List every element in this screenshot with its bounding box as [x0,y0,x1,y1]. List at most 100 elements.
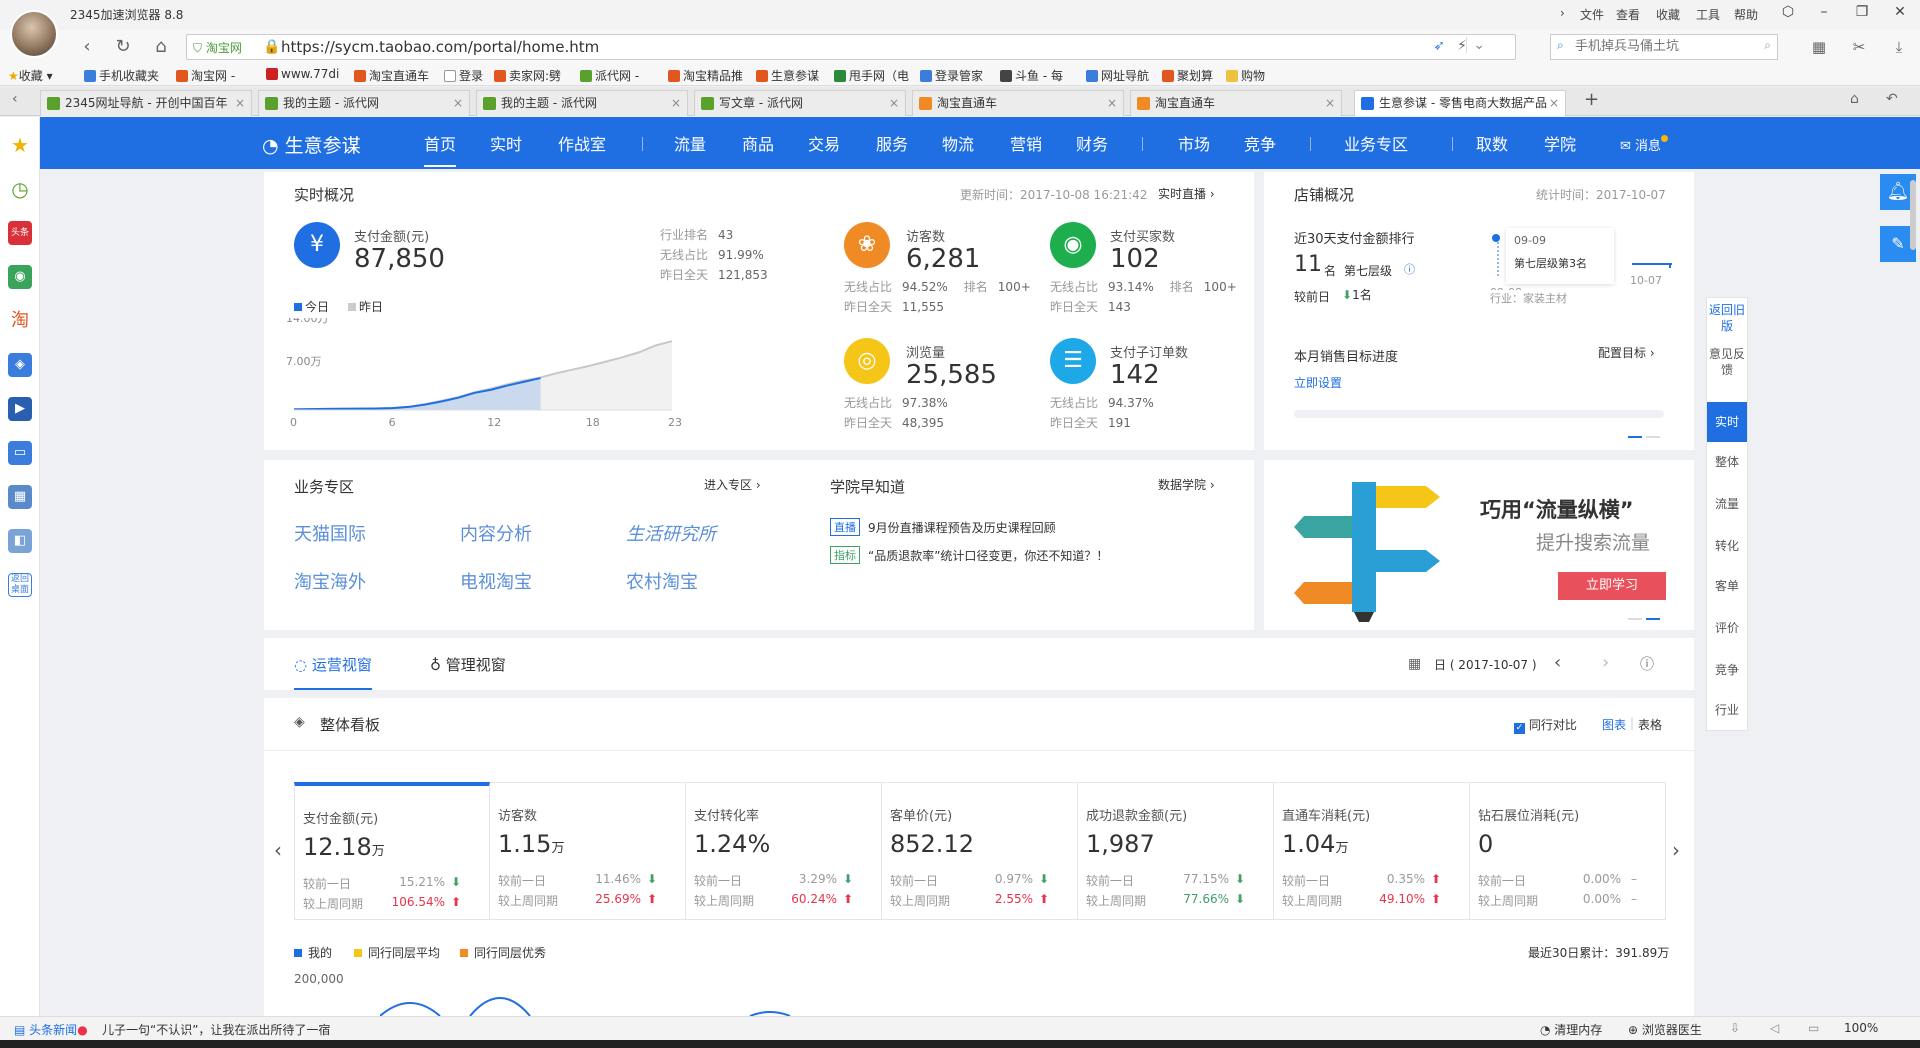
rail-feedback[interactable]: 意见反馈 [1707,346,1747,378]
sycm-logo[interactable]: ◔ 生意参谋 [262,131,361,158]
scissors-icon[interactable]: ✂ [1848,36,1870,58]
carousel-dot-active[interactable] [1646,618,1660,620]
zone-rural-taobao[interactable]: 农村淘宝 [626,568,698,594]
carousel-dot-active[interactable] [1628,436,1642,438]
bookmark-item[interactable]: 网址导航 [1086,67,1149,84]
news-feed-label[interactable]: ▤ 头条新闻● [14,1021,88,1038]
nav-business-zone[interactable]: 业务专区 [1344,131,1408,155]
metric-card[interactable]: 支付转化率 1.24% 较前一日 3.29% ⬇ 较上周同期 60.24% ⬆ [686,782,882,920]
refresh-icon[interactable]: ↻ [112,36,134,58]
carousel-dot[interactable] [1646,436,1660,438]
rail-old-version[interactable]: 返回旧版 [1707,302,1747,334]
tab-ztc-2[interactable]: 淘宝直通车 × [1130,90,1342,116]
metric-card[interactable]: 客单价(元) 852.12 较前一日 0.97% ⬇ 较上周同期 2.55% ⬆ [882,782,1078,920]
tab-paidai-2[interactable]: 我的主题 - 派代网 × [476,90,688,116]
bookmark-item[interactable]: 甩手网（电 [834,67,909,84]
chat-icon[interactable]: ◉ [8,265,32,289]
bookmark-item[interactable]: 登录 [444,67,483,84]
nav-realtime[interactable]: 实时 [490,131,522,155]
academy-item-metric[interactable]: “品质退款率”统计口径变更，你还不知道？！ [868,547,1108,564]
rail-compete[interactable]: 竞争 [1707,662,1747,678]
news-icon[interactable]: 头条 [8,221,32,245]
set-target-link[interactable]: 立即设置 [1294,374,1342,391]
tab-manager-icon[interactable]: ⌂ [1850,91,1859,107]
undo-close-icon[interactable]: ↶ [1886,91,1898,107]
tab-close-icon[interactable]: × [671,91,681,115]
menu-view[interactable]: 查看 [1616,6,1640,23]
back-icon[interactable]: ‹ [76,36,98,58]
new-tab-icon[interactable]: + [1584,89,1599,110]
view-table-toggle[interactable]: 表格 [1638,716,1662,733]
bookmark-item[interactable]: 聚划算 [1162,67,1213,84]
home-icon[interactable]: ⌂ [150,36,172,58]
tab-close-icon[interactable]: × [889,91,899,115]
rail-overall[interactable]: 整体 [1707,454,1747,470]
date-selector[interactable]: 日 ( 2017-10-07 ) [1434,656,1537,673]
taobao-icon[interactable]: 淘 [8,309,32,333]
metric-card[interactable]: 访客数 1.15万 较前一日 11.46% ⬇ 较上周同期 25.69% ⬆ [490,782,686,920]
tab-close-icon[interactable]: × [1549,91,1559,115]
bookmark-item[interactable]: 派代网 - [580,67,639,84]
video-icon[interactable]: ▶ [8,397,32,421]
rail-industry[interactable]: 行业 [1707,702,1747,718]
tab-scroll-left-icon[interactable]: ‹ [12,91,18,107]
data-academy-link[interactable]: 数据学院 › [1158,476,1215,493]
tab-operations-view[interactable]: ◌ 运营视窗 [294,654,372,690]
nav-service[interactable]: 服务 [876,131,908,155]
url-text[interactable]: https://sycm.taobao.com/portal/home.htm [281,38,599,56]
search-box[interactable]: ⌕ ⌕ [1550,34,1778,60]
metric-card[interactable]: 直通车消耗(元) 1.04万 较前一日 0.35% ⬆ 较上周同期 49.10% ⬆ [1274,782,1470,920]
nav-home[interactable]: 首页 [424,131,457,167]
view-chart-toggle[interactable]: 图表 [1602,716,1626,733]
calendar-icon[interactable]: ▦ [1408,656,1421,672]
learn-now-button[interactable]: 立即学习 [1558,572,1666,600]
tab-management-view[interactable]: ♁ 管理视窗 [430,654,506,675]
menu-tools[interactable]: 工具 [1696,6,1720,23]
tab-ztc-1[interactable]: 淘宝直通车 × [912,90,1124,116]
rail-traffic[interactable]: 流量 [1707,496,1747,512]
rail-realtime[interactable]: 实时 [1707,402,1747,442]
banner-card[interactable]: 巧用“流量纵横” 提升搜索流量 立即学习 [1264,460,1694,630]
return-desktop-icon[interactable]: 返回桌面 [8,573,32,597]
nav-data-fetch[interactable]: 取数 [1476,131,1508,155]
tab-paidai-1[interactable]: 我的主题 - 派代网 × [258,90,470,116]
nav-finance[interactable]: 财务 [1076,131,1108,155]
minimize-icon[interactable]: – [1812,4,1836,24]
bookmark-item[interactable]: 手机收藏夹 [84,67,159,84]
download-icon[interactable]: ⤓ [1888,36,1910,58]
clean-memory-button[interactable]: ◔ 清理内存 [1540,1021,1602,1038]
browser-menu-chevron-icon[interactable]: › [1560,6,1565,20]
star-icon[interactable]: ★ [8,133,32,157]
bookmark-favorites[interactable]: ★收藏 ▾ [8,67,53,84]
dropdown-arrow-icon[interactable]: ⌄ [1466,37,1485,53]
prev-date-icon[interactable]: ‹ [1554,652,1561,673]
qr-icon[interactable]: ▦ [1808,36,1830,58]
page-icon[interactable]: ▭ [1808,1021,1819,1035]
tab-close-icon[interactable]: × [235,91,245,115]
bookmark-item[interactable]: www.77di [266,67,339,81]
zone-life-institute[interactable]: 生活研究所 [626,520,716,546]
info-icon[interactable]: ⓘ [1404,261,1415,277]
nav-market[interactable]: 市场 [1178,131,1210,155]
carousel-dot[interactable] [1628,618,1642,620]
close-window-icon[interactable]: ✕ [1888,4,1912,24]
enter-zone-link[interactable]: 进入专区 › [704,476,761,493]
configure-target-link[interactable]: 配置目标 › [1598,344,1655,361]
clock-icon[interactable]: ◷ [8,177,32,201]
tab-close-icon[interactable]: × [1325,91,1335,115]
search-submit-icon[interactable]: ⌕ [1764,38,1771,53]
zoom-level[interactable]: 100% [1844,1021,1878,1035]
zone-taobao-overseas[interactable]: 淘宝海外 [294,568,366,594]
rail-conversion[interactable]: 转化 [1707,538,1747,554]
next-date-icon[interactable]: › [1602,652,1609,673]
bookmark-item[interactable]: 卖家网:劈 [494,67,561,84]
nav-marketing[interactable]: 营销 [1010,131,1042,155]
address-bar[interactable]: ⛉ 淘宝网 🔒 https://sycm.taobao.com/portal/h… [186,34,1516,60]
bookmark-item[interactable]: 淘宝网 - [176,67,235,84]
bookmark-item[interactable]: 淘宝精品推 [668,67,743,84]
tab-sycm[interactable]: 生意参谋 - 零售电商大数据产品 × [1354,90,1566,116]
live-link[interactable]: 实时直播 › [1158,185,1215,202]
download-icon[interactable]: ⇩ [1730,1021,1740,1035]
calculator-icon[interactable]: ▦ [8,485,32,509]
search-input[interactable] [1575,39,1765,54]
